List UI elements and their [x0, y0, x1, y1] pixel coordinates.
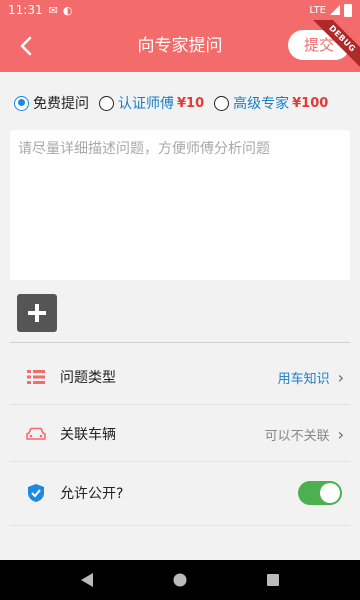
- price-label: ¥10: [177, 95, 205, 111]
- linked-vehicle-label: 关联车辆: [60, 427, 116, 443]
- radio-button-selected[interactable]: [14, 95, 29, 111]
- radio-senior-expert[interactable]: 高级专家 ¥100: [214, 93, 328, 113]
- signal-icon: [330, 5, 340, 15]
- question-category-value: 用车知识: [277, 371, 330, 387]
- car-icon: [22, 427, 50, 441]
- row-divider: [10, 461, 350, 462]
- main-content: 免费提问 认证师傅 ¥10 高级专家 ¥100 请尽量详细描述问题，方便师傅分析…: [0, 72, 360, 560]
- nav-back-button[interactable]: [67, 560, 107, 600]
- nav-home-button[interactable]: [160, 560, 200, 600]
- question-category-row[interactable]: 问题类型 用车知识 ›: [10, 348, 350, 406]
- recents-square-icon: [267, 574, 280, 586]
- notification-icon: ✉: [48, 3, 58, 17]
- debug-banner-clip: DEBUG: [300, 20, 360, 72]
- add-image-button[interactable]: [17, 294, 57, 332]
- radio-certified-master[interactable]: 认证师傅 ¥10: [99, 93, 204, 113]
- status-right: LTE: [309, 3, 352, 17]
- list-icon: [22, 370, 50, 384]
- status-time: 11:31: [8, 3, 43, 17]
- question-category-label: 问题类型: [60, 370, 116, 386]
- chevron-right-icon: ›: [337, 424, 344, 444]
- row-divider: [10, 525, 350, 526]
- linked-vehicle-value: 可以不关联: [264, 428, 330, 444]
- plus-icon: [28, 304, 46, 322]
- app-bar: 向专家提问 提交 DEBUG: [0, 20, 360, 72]
- home-circle-icon: [173, 573, 187, 587]
- price-label: ¥100: [292, 95, 329, 111]
- radio-label: 认证师傅: [118, 96, 174, 112]
- radio-free-question[interactable]: 免费提问: [14, 93, 89, 113]
- system-nav-bar: [0, 560, 360, 600]
- question-type-selector: 免费提问 认证师傅 ¥10 高级专家 ¥100: [14, 92, 354, 114]
- radio-button[interactable]: [214, 95, 230, 111]
- network-type: LTE: [309, 4, 326, 16]
- app-notification-icon: ◐: [62, 3, 73, 17]
- radio-label: 免费提问: [33, 96, 89, 112]
- radio-button[interactable]: [99, 95, 114, 111]
- chevron-right-icon: ›: [337, 367, 344, 387]
- nav-recents-button[interactable]: [253, 560, 293, 600]
- battery-icon: [344, 3, 352, 17]
- shield-check-icon: [22, 483, 50, 503]
- allow-public-row: 允许公开?: [10, 464, 350, 522]
- linked-vehicle-row[interactable]: 关联车辆 可以不关联 ›: [10, 405, 350, 463]
- allow-public-label: 允许公开?: [60, 486, 124, 502]
- back-triangle-icon: [80, 573, 93, 587]
- allow-public-toggle[interactable]: [298, 481, 342, 505]
- question-description-input[interactable]: 请尽量详细描述问题，方便师傅分析问题: [10, 130, 350, 280]
- status-bar: 11:31 ✉ ◐ LTE: [0, 0, 360, 20]
- section-divider: [10, 342, 350, 343]
- radio-label: 高级专家: [233, 96, 290, 112]
- debug-banner: DEBUG: [308, 20, 360, 72]
